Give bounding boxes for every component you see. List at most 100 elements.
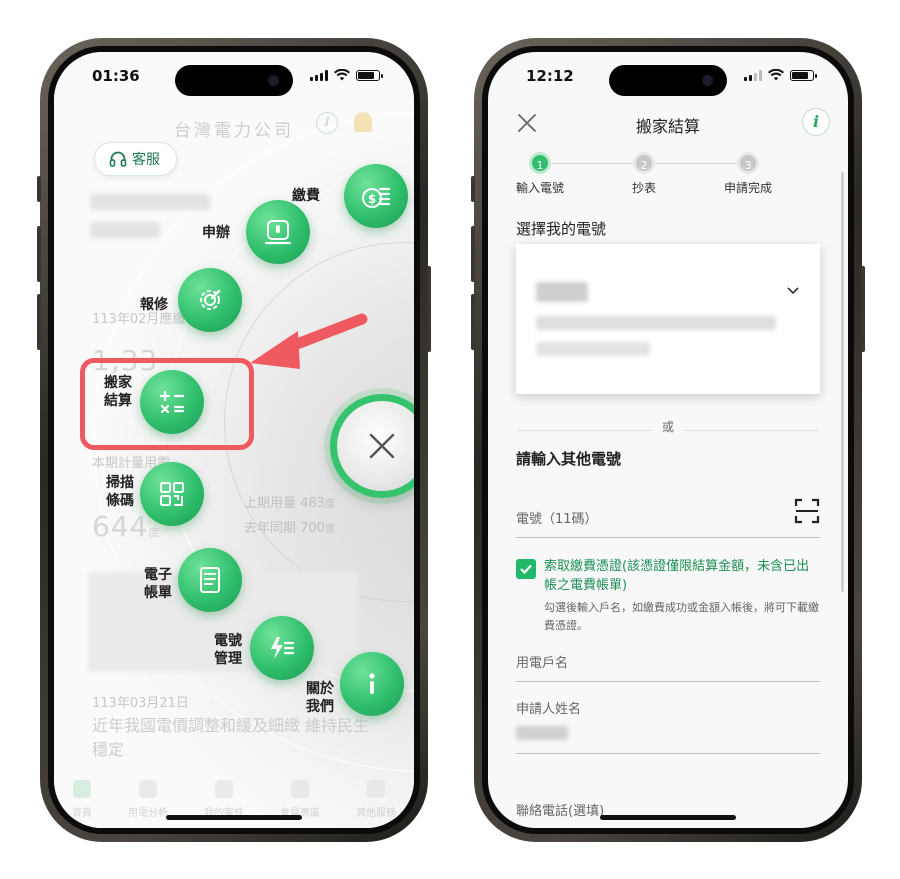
menu-label-repair: 報修 <box>140 297 168 313</box>
account-name-label: 用電戶名 <box>516 656 569 671</box>
left-phone: 01:36 台灣電力公司 i 客服 113年02月應繳 1,33 本期計量用電 … <box>37 38 431 842</box>
contact-phone-label: 聯絡電話(選填) <box>516 804 605 819</box>
info-icon <box>369 673 375 694</box>
ghost-prev-unit: 度 <box>324 499 335 510</box>
menu-label-manage: 電號 管理 <box>214 632 242 668</box>
receipt-option-label: 索取繳費憑證(該憑證僅限結算金額，未含已出帳之電費帳單) <box>544 559 810 593</box>
applicant-name-label: 申請人姓名 <box>516 702 582 717</box>
menu-label-about-line2: 我們 <box>306 699 334 715</box>
brand-logo: 台灣電力公司 <box>174 121 294 141</box>
step-3-number: 3 <box>737 152 759 174</box>
wrench-gear-icon <box>200 289 221 310</box>
left-screen: 01:36 台灣電力公司 i 客服 113年02月應繳 1,33 本期計量用電 … <box>54 52 414 828</box>
menu-label-manage-line2: 管理 <box>214 651 242 667</box>
step-2-number: 2 <box>633 152 655 174</box>
repair-button[interactable] <box>178 268 242 332</box>
tab-home[interactable]: 首頁 <box>72 780 92 819</box>
apply-button[interactable] <box>246 200 310 264</box>
menu-label-scan-line1: 掃描 <box>106 475 134 491</box>
right-screen: 12:12 搬家結算 i 1 輸入電號 2 抄表 3 申請完成 選擇我的電號 或… <box>488 52 848 828</box>
customer-service-button[interactable]: 客服 <box>94 142 177 176</box>
electricity-number-field[interactable]: 電號（11碼） <box>516 498 820 538</box>
contact-phone-field[interactable]: 聯絡電話(選填) <box>516 800 820 828</box>
scrollbar[interactable] <box>841 172 844 592</box>
folder-icon <box>215 780 233 798</box>
close-icon <box>369 433 395 459</box>
select-number-title: 選擇我的電號 <box>516 220 607 238</box>
ghost-usage-value: 644 <box>92 510 149 543</box>
coins-dollar-icon: $ <box>362 187 391 208</box>
checkmark-icon <box>520 564 532 575</box>
step-2: 2 抄表 <box>604 152 684 196</box>
menu-label-about-line1: 關於 <box>306 681 334 697</box>
qr-scan-icon <box>160 482 184 506</box>
bolt-list-icon <box>271 637 295 659</box>
ghost-last-year-unit: 度 <box>324 524 335 535</box>
menu-label-pay: 繳費 <box>292 188 320 204</box>
electricity-number-placeholder: 電號（11碼） <box>516 512 598 527</box>
applicant-name-field[interactable]: 申請人姓名 <box>516 698 820 754</box>
step-1: 1 輸入電號 <box>500 152 580 196</box>
scan-barcode-button[interactable] <box>140 462 204 526</box>
step-1-number: 1 <box>529 152 551 174</box>
headset-icon <box>109 151 127 167</box>
status-time: 12:12 <box>526 67 574 85</box>
menu-label-ebill-line2: 帳單 <box>144 585 172 601</box>
progress-stepper: 1 輸入電號 2 抄表 3 申請完成 <box>516 152 810 202</box>
ebill-button[interactable] <box>178 548 242 612</box>
menu-label-apply: 申辦 <box>202 225 230 241</box>
ghost-last-year: 去年同期 700 <box>244 521 325 536</box>
tab-usage-analysis[interactable]: 用電分析 <box>128 780 168 819</box>
comparison-stage: 01:36 台灣電力公司 i 客服 113年02月應繳 1,33 本期計量用電 … <box>0 0 900 879</box>
ghost-bill-date: 113年02月應繳 <box>92 312 186 327</box>
other-number-title: 請輸入其他電號 <box>516 450 622 468</box>
menu-label-ebill: 電子 帳單 <box>144 566 172 602</box>
ghost-prev-period: 上期用量 483 <box>244 496 325 511</box>
pay-button[interactable]: $ <box>344 164 408 228</box>
tab-my-cases[interactable]: 我的案件 <box>204 780 244 819</box>
electricity-number-dropdown[interactable] <box>516 244 820 394</box>
pointer-arrow-icon <box>250 313 368 369</box>
info-icon[interactable]: i <box>316 112 338 134</box>
receipt-option-hint: 勾選後輸入戶名，如繳費成功或金額入帳後，將可下載繳費憑證。 <box>544 601 819 632</box>
account-name-field[interactable]: 用電戶名 <box>516 652 820 682</box>
info-icon[interactable]: i <box>802 108 830 136</box>
ghost-usage-unit: 度 <box>148 526 161 539</box>
or-divider: 或 <box>488 418 848 435</box>
cellular-signal-icon <box>310 69 328 81</box>
home-icon <box>73 780 91 798</box>
step-2-label: 抄表 <box>631 181 656 195</box>
menu-label-ebill-line1: 電子 <box>144 567 172 583</box>
monitor-apply-icon <box>264 220 292 245</box>
tab-other-services[interactable]: 其他服務 <box>356 780 396 819</box>
tab-member[interactable]: 會員專區 <box>280 780 320 819</box>
receipt-checkbox[interactable] <box>516 559 536 579</box>
status-time: 01:36 <box>92 67 140 85</box>
cellular-signal-icon <box>744 69 762 81</box>
menu-label-scan: 掃描 條碼 <box>106 474 134 510</box>
home-indicator <box>600 815 736 820</box>
customer-service-label: 客服 <box>132 152 160 168</box>
bell-icon[interactable] <box>354 112 372 132</box>
svg-text:$: $ <box>368 192 376 206</box>
right-phone: 12:12 搬家結算 i 1 輸入電號 2 抄表 3 申請完成 選擇我的電號 或… <box>471 38 865 842</box>
home-indicator <box>166 815 302 820</box>
number-management-button[interactable] <box>250 616 314 680</box>
document-icon <box>200 567 220 593</box>
page-title: 搬家結算 <box>635 117 700 136</box>
page-header: 搬家結算 i <box>488 102 848 146</box>
wifi-icon <box>334 69 350 81</box>
scan-barcode-icon[interactable] <box>794 498 820 524</box>
battery-icon <box>356 69 383 81</box>
step-3-label: 申請完成 <box>723 181 772 195</box>
menu-label-about: 關於 我們 <box>306 680 334 716</box>
about-us-button[interactable] <box>340 652 404 716</box>
ghost-news-title: 近年我國電價調整和緩及細緻 維持民生穩定 <box>92 716 370 759</box>
battery-icon <box>790 69 817 81</box>
step-1-label: 輸入電號 <box>515 181 564 195</box>
tab-home-label: 首頁 <box>72 808 92 819</box>
bolt-icon <box>139 780 157 798</box>
or-text: 或 <box>651 420 684 434</box>
ghost-news-date: 113年03月21日 <box>92 696 189 711</box>
menu-label-scan-line2: 條碼 <box>106 493 134 509</box>
